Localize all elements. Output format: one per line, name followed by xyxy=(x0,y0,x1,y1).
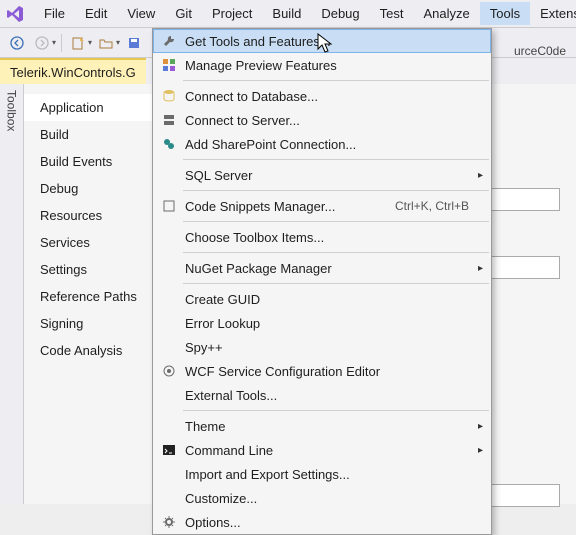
menu-item-label: SQL Server xyxy=(181,168,483,183)
menu-item-label: External Tools... xyxy=(181,388,483,403)
menu-item-label: WCF Service Configuration Editor xyxy=(181,364,483,379)
open-button[interactable] xyxy=(95,32,117,54)
menu-item-get-tools-and-features[interactable]: Get Tools and Features... xyxy=(153,29,491,53)
menu-item-command-line[interactable]: Command Line▸ xyxy=(153,438,491,462)
document-tab-active[interactable]: Telerik.WinControls.G xyxy=(0,58,146,84)
menu-item-label: Create GUID xyxy=(181,292,483,307)
menu-item-add-sharepoint-connection[interactable]: Add SharePoint Connection... xyxy=(153,132,491,156)
menu-item-label: Manage Preview Features xyxy=(181,58,483,73)
menu-item-import-and-export-settings[interactable]: Import and Export Settings... xyxy=(153,462,491,486)
menu-bar: FileEditViewGitProjectBuildDebugTestAnal… xyxy=(0,0,576,28)
menu-view[interactable]: View xyxy=(117,2,165,25)
new-item-dropdown[interactable]: ▾ xyxy=(88,38,92,47)
menu-item-connect-to-database[interactable]: Connect to Database... xyxy=(153,84,491,108)
menu-item-label: Options... xyxy=(181,515,483,530)
vs-logo-icon xyxy=(6,5,24,23)
menu-item-label: Spy++ xyxy=(181,340,483,355)
toolbox-label: Toolbox xyxy=(5,90,19,131)
menu-git[interactable]: Git xyxy=(165,2,202,25)
menu-item-label: Customize... xyxy=(181,491,483,506)
menu-item-label: Connect to Database... xyxy=(181,89,483,104)
menu-item-customize[interactable]: Customize... xyxy=(153,486,491,510)
menu-item-error-lookup[interactable]: Error Lookup xyxy=(153,311,491,335)
menu-item-theme[interactable]: Theme▸ xyxy=(153,414,491,438)
menu-item-external-tools[interactable]: External Tools... xyxy=(153,383,491,407)
tools-dropdown-menu: Get Tools and Features... Manage Preview … xyxy=(152,28,492,535)
toolbox-vertical-tab[interactable]: Toolbox xyxy=(0,84,24,504)
menu-item-label: Import and Export Settings... xyxy=(181,467,483,482)
menu-item-label: Theme xyxy=(181,419,483,434)
menu-item-manage-preview-features[interactable]: Manage Preview Features xyxy=(153,53,491,77)
menu-edit[interactable]: Edit xyxy=(75,2,117,25)
submenu-arrow-icon: ▸ xyxy=(478,170,483,181)
open-dropdown[interactable]: ▾ xyxy=(116,38,120,47)
menu-item-spy[interactable]: Spy++ xyxy=(153,335,491,359)
wcf-icon xyxy=(157,364,181,378)
menu-build[interactable]: Build xyxy=(262,2,311,25)
menu-item-label: Get Tools and Features... xyxy=(181,34,483,49)
menu-item-label: Command Line xyxy=(181,443,483,458)
nav-fwd-button[interactable] xyxy=(31,32,53,54)
snippet-icon xyxy=(157,199,181,213)
menu-item-wcf-service-configuration-editor[interactable]: WCF Service Configuration Editor xyxy=(153,359,491,383)
features-icon xyxy=(157,58,181,72)
gear-icon xyxy=(157,515,181,529)
menu-item-label: NuGet Package Manager xyxy=(181,261,483,276)
menu-item-label: Choose Toolbox Items... xyxy=(181,230,483,245)
menu-tools[interactable]: Tools xyxy=(480,2,530,25)
toolbar-overflow-text: urceC0de xyxy=(514,44,566,58)
document-tab-label: Telerik.WinControls.G xyxy=(10,65,136,80)
menu-item-sql-server[interactable]: SQL Server▸ xyxy=(153,163,491,187)
server-icon xyxy=(157,113,181,127)
menu-item-create-guid[interactable]: Create GUID xyxy=(153,287,491,311)
submenu-arrow-icon: ▸ xyxy=(478,263,483,274)
menu-item-label: Add SharePoint Connection... xyxy=(181,137,483,152)
cmd-icon xyxy=(157,443,181,457)
menu-item-connect-to-server[interactable]: Connect to Server... xyxy=(153,108,491,132)
menu-project[interactable]: Project xyxy=(202,2,262,25)
new-item-button[interactable] xyxy=(67,32,89,54)
sharepoint-icon xyxy=(157,137,181,151)
menu-debug[interactable]: Debug xyxy=(311,2,369,25)
menu-item-label: Code Snippets Manager... xyxy=(181,199,395,214)
db-icon xyxy=(157,89,181,103)
menu-item-choose-toolbox-items[interactable]: Choose Toolbox Items... xyxy=(153,225,491,249)
submenu-arrow-icon: ▸ xyxy=(478,445,483,456)
menu-file[interactable]: File xyxy=(34,2,75,25)
nav-back-button[interactable] xyxy=(6,32,28,54)
menu-shortcut: Ctrl+K, Ctrl+B xyxy=(395,199,483,213)
menu-item-label: Error Lookup xyxy=(181,316,483,331)
menu-extensions[interactable]: Extensions xyxy=(530,2,576,25)
wrench-icon xyxy=(157,34,181,48)
menu-item-code-snippets-manager[interactable]: Code Snippets Manager...Ctrl+K, Ctrl+B xyxy=(153,194,491,218)
submenu-arrow-icon: ▸ xyxy=(478,421,483,432)
menu-item-label: Connect to Server... xyxy=(181,113,483,128)
menu-analyze[interactable]: Analyze xyxy=(413,2,479,25)
menu-test[interactable]: Test xyxy=(370,2,414,25)
menu-item-options[interactable]: Options... xyxy=(153,510,491,534)
nav-history-dropdown[interactable]: ▾ xyxy=(52,38,56,47)
menu-item-nuget-package-manager[interactable]: NuGet Package Manager▸ xyxy=(153,256,491,280)
save-button[interactable] xyxy=(123,32,145,54)
